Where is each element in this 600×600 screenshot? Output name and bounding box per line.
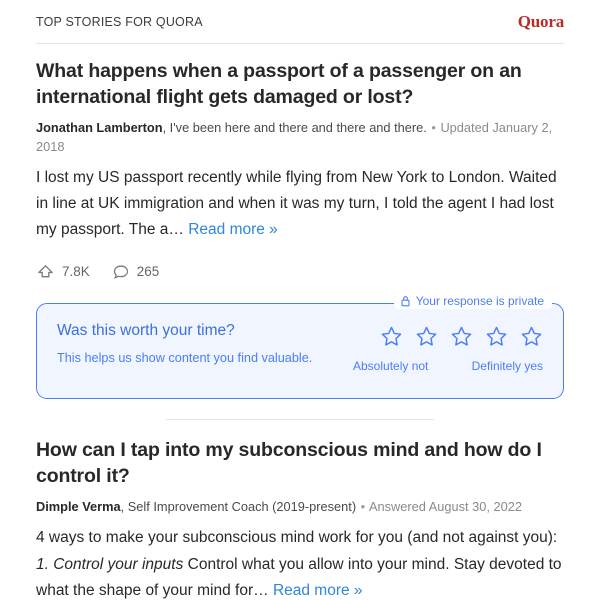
rating-low-label: Absolutely not: [353, 358, 429, 373]
comment-icon: [112, 263, 130, 281]
question-title[interactable]: What happens when a passport of a passen…: [36, 59, 564, 110]
header-title: TOP STORIES FOR QUORA: [36, 14, 203, 29]
feedback-card: Was this worth your time? This helps us …: [36, 302, 564, 399]
section-divider: [166, 418, 434, 420]
privacy-badge: Your response is private: [393, 292, 552, 309]
comment-stat[interactable]: 265: [112, 263, 160, 281]
rating-scale-labels: Absolutely not Definitely yes: [353, 359, 543, 373]
quora-logo[interactable]: Quora: [518, 12, 564, 32]
feedback-subtext: This helps us show content you find valu…: [57, 350, 313, 365]
read-more-link[interactable]: Read more »: [273, 582, 363, 599]
byline-separator: •: [360, 499, 366, 515]
author-credential: , I've been here and there and there and…: [162, 120, 427, 136]
feedback-heading: Was this worth your time?: [57, 321, 235, 339]
engagement-stats: 7.8K 265: [36, 257, 564, 287]
page-header: TOP STORIES FOR QUORA Quora: [36, 0, 564, 44]
author-name[interactable]: Dimple Verma: [36, 499, 121, 514]
upvote-count: 7.8K: [62, 264, 90, 280]
feedback-rating-block: Absolutely not Definitely yes: [353, 321, 543, 373]
upvote-icon: [36, 262, 55, 281]
privacy-badge-label: Your response is private: [415, 293, 544, 308]
lock-icon: [400, 295, 411, 307]
answer-snippet: 4 ways to make your subconscious mind wo…: [36, 525, 564, 600]
story-item: How can I tap into my subconscious mind …: [36, 438, 564, 600]
star-icon-2[interactable]: [415, 325, 438, 353]
author-credential: , Self Improvement Coach (2019-present): [120, 499, 357, 515]
feedback-text-block: Was this worth your time? This helps us …: [57, 321, 312, 369]
rating-high-label: Definitely yes: [471, 358, 543, 373]
answer-body-text: I lost my US passport recently while fly…: [36, 168, 557, 239]
star-icon-1[interactable]: [380, 325, 403, 353]
author-name[interactable]: Jonathan Lamberton: [36, 120, 163, 135]
quora-digest-page: TOP STORIES FOR QUORA Quora What happens…: [0, 0, 600, 600]
answer-lead-text: 4 ways to make your subconscious mind wo…: [36, 529, 558, 547]
feedback-card-wrapper: Your response is private Was this worth …: [36, 292, 564, 399]
byline: Jonathan Lamberton, I've been here and t…: [36, 119, 564, 155]
comment-count: 265: [136, 264, 160, 280]
story-item: What happens when a passport of a passen…: [36, 44, 564, 399]
star-icon-5[interactable]: [520, 325, 543, 353]
upvote-stat[interactable]: 7.8K: [36, 262, 90, 281]
answer-timestamp: Answered August 30, 2022: [369, 499, 522, 515]
answer-snippet: I lost my US passport recently while fly…: [36, 165, 564, 244]
star-rating[interactable]: [353, 325, 543, 353]
byline: Dimple Verma, Self Improvement Coach (20…: [36, 498, 564, 516]
read-more-link[interactable]: Read more »: [188, 221, 278, 238]
star-icon-3[interactable]: [450, 325, 473, 353]
content-container: TOP STORIES FOR QUORA Quora What happens…: [0, 0, 600, 600]
answer-emphasis-text: 1. Control your inputs: [36, 555, 184, 573]
star-icon-4[interactable]: [485, 325, 508, 353]
question-title[interactable]: How can I tap into my subconscious mind …: [36, 438, 564, 489]
byline-separator: •: [431, 120, 436, 136]
